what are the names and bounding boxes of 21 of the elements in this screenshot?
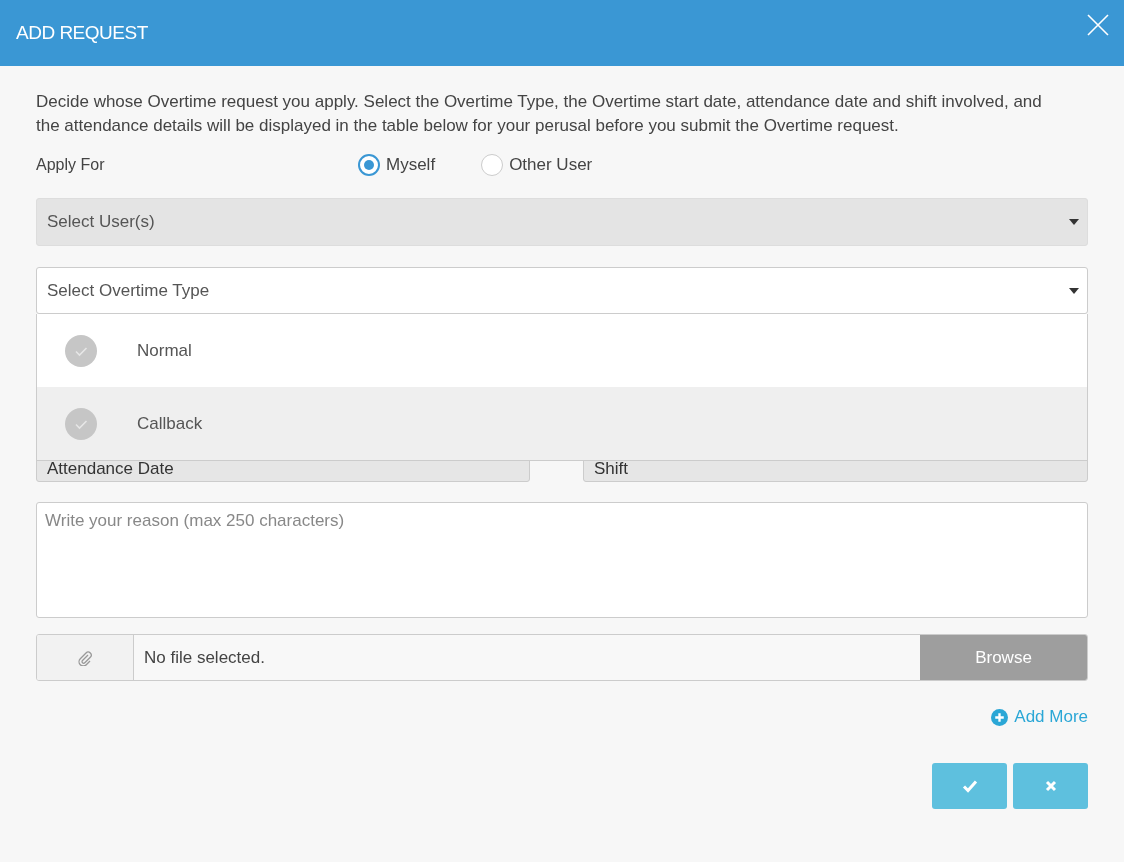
cancel-button[interactable] [1013,763,1088,809]
option-label: Normal [137,340,192,361]
radio-option[interactable]: Myself [358,154,436,176]
paperclip-icon [77,649,93,666]
caret-icon [1069,287,1079,294]
dropdown-option[interactable]: Callback [37,387,1087,460]
confirm-button[interactable] [932,763,1007,809]
intro-text: Decide whose Overtime request you apply. Select the Overtime Type, the Overtime start date, attendance date and shift involved, and the attendance details will be displayed in the table below for your perusal before you submit the Overtime request. [36,91,1043,137]
radio-option[interactable]: Other User [481,154,593,176]
file-name: No file selected. [143,646,266,669]
dialog-title: ADD REQUEST [16,22,148,44]
overtime-type-select[interactable]: Select Overtime Type [36,267,1088,314]
option-label: Callback [137,413,203,434]
plus-circle-icon [991,708,1009,726]
close-icon[interactable] [1086,13,1110,37]
close-icon [1044,780,1057,792]
check-icon [961,779,978,793]
dropdown-option[interactable]: Normal [37,314,1087,387]
field-label: Apply For [36,156,106,174]
reason-field[interactable]: Write your reason (max 250 characters) [36,502,1088,618]
caret-icon [1069,219,1079,225]
